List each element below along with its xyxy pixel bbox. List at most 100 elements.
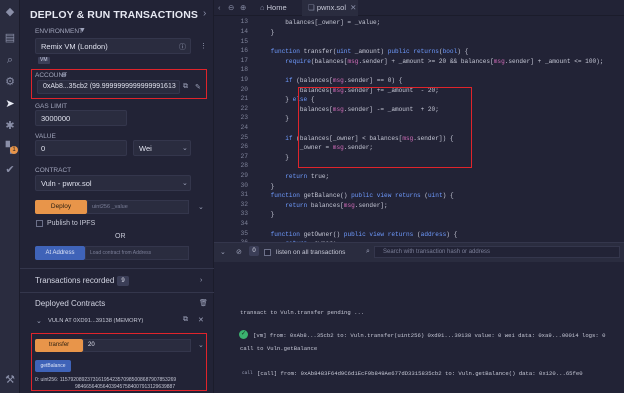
zoom-out-icon[interactable]: ⊖ bbox=[228, 0, 238, 16]
line-number: 15 bbox=[240, 37, 248, 45]
divider bbox=[20, 292, 214, 293]
line-number: 14 bbox=[240, 28, 248, 35]
vm-badge: VM bbox=[38, 57, 50, 64]
terminal-call-detail[interactable]: [call] from: 0xAb8483F64d9C6d1EcF9b849Ae… bbox=[257, 370, 583, 377]
transfer-input[interactable]: 20 bbox=[83, 339, 191, 352]
transactions-recorded-label[interactable]: Transactions recorded bbox=[35, 276, 114, 285]
publish-ipfs-checkbox[interactable] bbox=[36, 220, 43, 227]
tab-home-label: Home bbox=[266, 3, 287, 12]
deploy-button[interactable]: Deploy bbox=[35, 200, 87, 214]
line-number: 31 bbox=[240, 191, 248, 199]
line-number: 26 bbox=[240, 143, 248, 151]
panel-title: DEPLOY & RUN TRANSACTIONS bbox=[30, 9, 198, 21]
line-number: 22 bbox=[240, 104, 248, 112]
code-line: } bbox=[256, 115, 289, 123]
divider bbox=[20, 268, 214, 269]
chevron-down-icon[interactable]: ⌄ bbox=[198, 203, 204, 211]
getbalance-button[interactable]: getBalance bbox=[35, 360, 71, 372]
code-highlight-box bbox=[298, 87, 472, 168]
line-number: 19 bbox=[240, 76, 248, 83]
contract-instance-label[interactable]: VULN AT 0XD91...39138 (MEMORY) bbox=[48, 318, 143, 324]
terminal-vm-line[interactable]: [vm] from: 0xAb8...35cb2 to: Vuln.transf… bbox=[253, 332, 605, 339]
notification-badge: 1 bbox=[10, 146, 18, 154]
funnel-icon[interactable]: ▼ bbox=[79, 27, 86, 34]
copy-icon[interactable]: ⧉ bbox=[183, 83, 188, 91]
debugger-icon[interactable]: ✱ bbox=[4, 120, 16, 132]
tab-home[interactable]: ⌂ Home bbox=[256, 0, 300, 16]
tx-count-badge: 9 bbox=[117, 276, 129, 286]
line-number: 27 bbox=[240, 152, 248, 160]
code-line: function getBalance() public view return… bbox=[270, 192, 454, 200]
line-number: 28 bbox=[240, 162, 248, 170]
line-number: 13 bbox=[240, 18, 248, 26]
chevron-down-icon[interactable]: ⌄ bbox=[36, 317, 42, 325]
code-line: function transfer(uint _amount) public r… bbox=[270, 48, 469, 56]
environment-label: ENVIRONMENT bbox=[35, 28, 84, 35]
edit-icon[interactable]: ✎ bbox=[195, 83, 201, 91]
checks-icon[interactable]: ✔ bbox=[4, 164, 16, 176]
code-line: if (balances[msg.sender] == 0) { bbox=[285, 77, 403, 84]
account-select[interactable]: 0xAb8...35cb2 (99.9999999999999991613 bbox=[37, 80, 180, 94]
line-number: 23 bbox=[240, 114, 248, 122]
publish-ipfs-label: Publish to IPFS bbox=[47, 220, 96, 227]
line-number: 34 bbox=[240, 220, 248, 227]
more-vertical-icon[interactable]: ⋮ bbox=[200, 42, 207, 50]
chevron-down-icon[interactable]: ⌄ bbox=[198, 341, 204, 349]
terminal-pending-line: transact to Vuln.transfer pending ... bbox=[240, 309, 365, 316]
terminal-search-input[interactable]: Search with transaction hash or address bbox=[374, 246, 620, 258]
line-number: 29 bbox=[240, 172, 248, 179]
gas-limit-label: GAS LIMIT bbox=[35, 103, 68, 110]
deployed-contracts-label: Deployed Contracts bbox=[35, 299, 106, 308]
copy-icon[interactable]: ⧉ bbox=[183, 316, 188, 324]
zoom-in-icon[interactable]: ⊕ bbox=[240, 0, 250, 16]
code-line: } bbox=[256, 153, 289, 161]
environment-select[interactable]: Remix VM (London) bbox=[35, 38, 191, 54]
chevron-down-icon: ⌄ bbox=[182, 145, 188, 152]
line-number: 18 bbox=[240, 66, 248, 74]
chevron-right-icon[interactable]: › bbox=[200, 277, 202, 284]
activity-bar: ◆ ▤ ⌕ ⚙ ➤ ✱ ▚ 1 ✔ ⚒ bbox=[0, 0, 20, 393]
deploy-run-icon[interactable]: ➤ bbox=[4, 98, 16, 110]
listen-checkbox[interactable] bbox=[264, 249, 271, 256]
line-number: 32 bbox=[240, 200, 248, 208]
close-icon[interactable]: ✕ bbox=[198, 316, 204, 324]
close-icon[interactable]: ✕ bbox=[350, 3, 356, 12]
tab-pwnx-sol[interactable]: ❏ pwnx.sol ✕ bbox=[302, 0, 358, 16]
chevron-down-icon[interactable]: ⌄ bbox=[220, 248, 226, 256]
success-check-icon: ✓ bbox=[239, 330, 248, 339]
tab-file-label: pwnx.sol bbox=[316, 3, 347, 12]
gas-limit-input[interactable]: 3000000 bbox=[35, 110, 127, 126]
add-account-icon[interactable]: ⊕ bbox=[61, 71, 67, 79]
at-address-button[interactable]: At Address bbox=[35, 246, 85, 260]
remix-logo-icon[interactable]: ◆ bbox=[4, 6, 16, 18]
compiler-icon[interactable]: ⚙ bbox=[4, 76, 16, 88]
at-address-input[interactable]: Load contract from Address bbox=[85, 246, 189, 260]
transfer-button[interactable]: transfer bbox=[35, 339, 83, 352]
code-line: return true; bbox=[285, 173, 330, 180]
chevron-right-icon[interactable]: › bbox=[203, 8, 206, 19]
value-input[interactable]: 0 bbox=[35, 140, 127, 156]
getbalance-result: 0: uint256: 1157920892373161954235709850… bbox=[35, 377, 205, 390]
file-explorer-icon[interactable]: ▤ bbox=[4, 32, 16, 44]
trash-icon[interactable]: 🗑 bbox=[199, 299, 208, 307]
home-icon: ⌂ bbox=[260, 3, 265, 12]
clear-console-icon[interactable]: ⊘ bbox=[236, 248, 242, 256]
listen-label: listen on all transactions bbox=[276, 249, 346, 256]
line-number: 24 bbox=[240, 124, 248, 131]
deploy-args-input[interactable]: uint256 _value bbox=[87, 200, 189, 214]
code-line: } bbox=[256, 29, 275, 36]
line-number: 25 bbox=[240, 133, 248, 141]
line-number-gutter: 13 14 15 16 17 18 19 20 21 22 23 24 25 26 27 28 29 30 31 32… bbox=[214, 16, 256, 256]
code-line: balances[_owner] = _value; bbox=[256, 19, 381, 27]
terminal-call-line: call to Vuln.getBalance bbox=[240, 345, 318, 352]
code-line: require(balances[msg.sender] + _amount >… bbox=[285, 57, 604, 65]
search-icon[interactable]: ⌕ bbox=[4, 54, 16, 66]
code-line: } bbox=[256, 182, 275, 190]
search-icon: ⌕ bbox=[366, 248, 370, 255]
line-number: 35 bbox=[240, 229, 248, 237]
contract-select[interactable]: Vuln - pwnx.sol bbox=[35, 175, 191, 191]
plugin-manager-icon[interactable]: ⚒ bbox=[4, 374, 16, 386]
info-icon[interactable]: ⓘ bbox=[179, 42, 186, 52]
line-number: 16 bbox=[240, 47, 248, 55]
call-tag: call bbox=[242, 371, 253, 376]
